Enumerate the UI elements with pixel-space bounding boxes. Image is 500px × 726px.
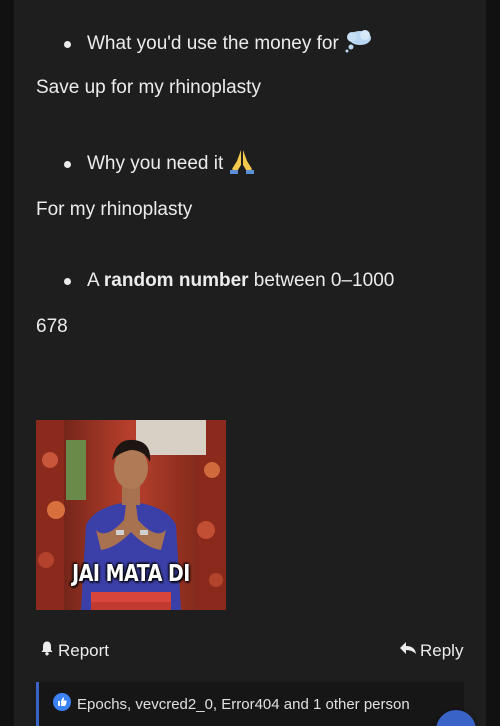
praying-man-gif[interactable]: JAI MATA DI (36, 420, 226, 610)
question-text: Why you need it (87, 153, 224, 174)
bullet-dot (64, 160, 71, 168)
report-button[interactable]: Report (39, 640, 109, 661)
reply-label: Reply (420, 640, 464, 660)
question-text-prefix: A (87, 270, 104, 291)
reactions-text: Epochs, vevcred2_0, Error404 and 1 other… (77, 695, 410, 713)
answer-why-need: For my rhinoplasty (36, 199, 193, 220)
reply-arrow-icon (399, 640, 420, 661)
folded-hands-emoji-icon (227, 147, 257, 181)
bullet-dot (64, 40, 71, 48)
question-text-bold: random number (103, 270, 249, 291)
question-text: What you'd use the money for (87, 33, 339, 54)
reply-button[interactable]: Reply (399, 640, 463, 661)
post-card: What you'd use the money for Save up for… (14, 0, 486, 726)
question-text-suffix: between 0–1000 (248, 270, 395, 291)
bullet-dot (64, 277, 71, 285)
question-item-money-use: What you'd use the money for (64, 29, 373, 59)
question-item-why-need: Why you need it (64, 147, 257, 181)
thumbs-up-icon (53, 693, 71, 715)
bell-icon (39, 640, 58, 661)
question-item-random-number: A random number between 0–1000 (64, 270, 394, 292)
gif-caption: JAI MATA DI (72, 560, 190, 588)
thought-bubble-emoji-icon (343, 29, 373, 59)
reactions-bar[interactable]: Epochs, vevcred2_0, Error404 and 1 other… (36, 682, 464, 726)
report-label: Report (58, 640, 110, 660)
answer-random-number: 678 (36, 316, 68, 337)
answer-money-use: Save up for my rhinoplasty (36, 77, 261, 98)
